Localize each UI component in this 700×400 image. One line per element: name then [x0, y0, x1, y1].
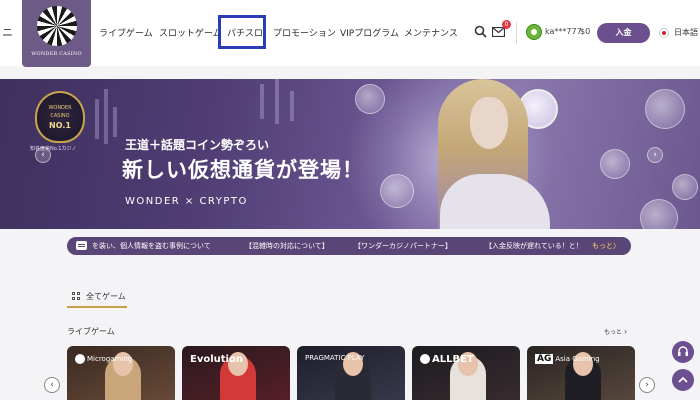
scroll-top-button[interactable]	[672, 369, 694, 391]
notice-item[interactable]: 【入金反映が遅れている！と！	[485, 241, 583, 251]
provider-logo: AG Asia Gaming	[535, 354, 600, 364]
banner-prev-button[interactable]: ‹	[35, 147, 51, 163]
game-card-microgaming[interactable]: Microgaming	[67, 346, 175, 400]
nav-maintenance[interactable]: メンテナンス	[404, 26, 458, 39]
nav-vip-program[interactable]: VIPプログラム	[340, 26, 399, 39]
notice-bar[interactable]: を装い、個人情報を盗む事例について 【混雑時の対応について】 【ワンダーカジノパ…	[67, 237, 631, 255]
deposit-button[interactable]: 入金	[597, 23, 650, 43]
crypto-coin-icon	[600, 149, 630, 179]
chevron-up-icon	[678, 376, 688, 383]
notice-more-link[interactable]: もっと〉	[592, 241, 620, 251]
ag-logo-mark: AG	[535, 354, 554, 364]
site-logo[interactable]: WONDER CASINO	[22, 0, 91, 67]
crest-line2: CASINO	[50, 113, 70, 119]
section-title-live-games: ライブゲーム	[67, 327, 115, 336]
crypto-coin-icon	[672, 174, 698, 200]
chart-candle	[260, 84, 264, 119]
provider-logo: PRAGMATIC PLAY	[305, 354, 364, 362]
bitcoin-coin-icon	[645, 89, 685, 129]
nav-pachislot-highlight	[218, 15, 266, 49]
games-prev-button[interactable]: ‹	[44, 377, 60, 393]
balance: $0	[580, 27, 591, 36]
provider-name: Evolution	[190, 354, 243, 365]
no1-crest-icon: WONDER CASINO NO.1	[35, 91, 85, 143]
provider-name: Asia Gaming	[555, 355, 600, 363]
header-divider	[516, 22, 517, 44]
mail-badge: 0	[502, 20, 511, 29]
logo-emblem-icon	[37, 6, 77, 46]
provider-logo: ALLBET	[420, 354, 474, 365]
notice-item[interactable]: を装い、個人情報を盗む事例について	[92, 241, 211, 251]
nav-live-games[interactable]: ライブゲーム	[99, 26, 153, 39]
nav-slot-games[interactable]: スロットゲーム	[159, 26, 222, 39]
language-selector[interactable]: 日本語	[674, 27, 698, 38]
game-card-pragmatic-play[interactable]: PRAGMATIC PLAY	[297, 346, 405, 400]
provider-logo: Evolution	[190, 354, 243, 365]
headset-icon	[678, 346, 688, 356]
crypto-coin-icon	[640, 199, 678, 229]
see-more-label: もっと	[604, 329, 623, 336]
tab-all-games-label: 全てゲーム	[86, 292, 126, 301]
ethereum-coin-icon	[355, 84, 385, 114]
logo-text: WONDER CASINO	[31, 51, 82, 57]
support-button[interactable]	[672, 341, 694, 363]
banner-tagline: WONDER × CRYPTO	[125, 196, 248, 207]
games-next-button[interactable]: ›	[639, 377, 655, 393]
username[interactable]: ka***777	[545, 27, 582, 36]
search-icon[interactable]	[474, 25, 487, 38]
chart-candle	[104, 89, 108, 144]
allbet-logo-icon	[420, 354, 430, 364]
japan-flag-icon[interactable]	[659, 28, 669, 38]
site-header: ニ WONDER CASINO ライブゲーム スロットゲーム パチスロ プロモー…	[0, 0, 700, 67]
hero-banner[interactable]: WONDER CASINO NO.1 知名度第No.1カジノ 王道＋話題コイン勢…	[0, 79, 700, 229]
grid-icon	[72, 292, 81, 301]
provider-logo: Microgaming	[75, 354, 132, 364]
avatar[interactable]	[526, 24, 542, 40]
banner-title: 新しい仮想通貨が登場！	[122, 158, 364, 182]
provider-name: Microgaming	[87, 355, 133, 363]
nav-promotions[interactable]: プロモーション	[273, 26, 336, 39]
microgaming-logo-icon	[75, 354, 85, 364]
notice-item[interactable]: 【ワンダーカジノパートナー】	[354, 241, 452, 251]
tab-underline	[67, 306, 127, 308]
notice-item[interactable]: 【混雑時の対応について】	[245, 241, 329, 251]
chart-candle	[95, 99, 99, 139]
menu-toggle[interactable]: ニ	[2, 24, 13, 40]
crest-line3: NO.1	[49, 121, 71, 130]
banner-next-button[interactable]: ›	[647, 147, 663, 163]
provider-name: ALLBET	[432, 354, 474, 365]
bitcoin-coin-icon	[380, 174, 414, 208]
game-card-asia-gaming[interactable]: AG Asia Gaming	[527, 346, 635, 400]
chevron-right-icon: ›	[623, 327, 628, 336]
chart-candle	[275, 79, 279, 124]
notice-icon	[76, 241, 87, 250]
page: ニ WONDER CASINO ライブゲーム スロットゲーム パチスロ プロモー…	[0, 0, 700, 400]
game-card-evolution[interactable]: Evolution	[182, 346, 290, 400]
crest-line1: WONDER	[48, 105, 72, 111]
chart-candle	[113, 107, 117, 137]
see-more-link[interactable]: もっと ›	[604, 327, 627, 336]
chart-candle	[290, 91, 294, 121]
provider-name: PRAGMATIC PLAY	[305, 354, 365, 362]
mail-icon[interactable]	[492, 27, 505, 37]
game-card-allbet[interactable]: ALLBET	[412, 346, 520, 400]
banner-subtitle: 王道＋話題コイン勢ぞろい	[125, 138, 270, 152]
model-face	[470, 97, 508, 149]
